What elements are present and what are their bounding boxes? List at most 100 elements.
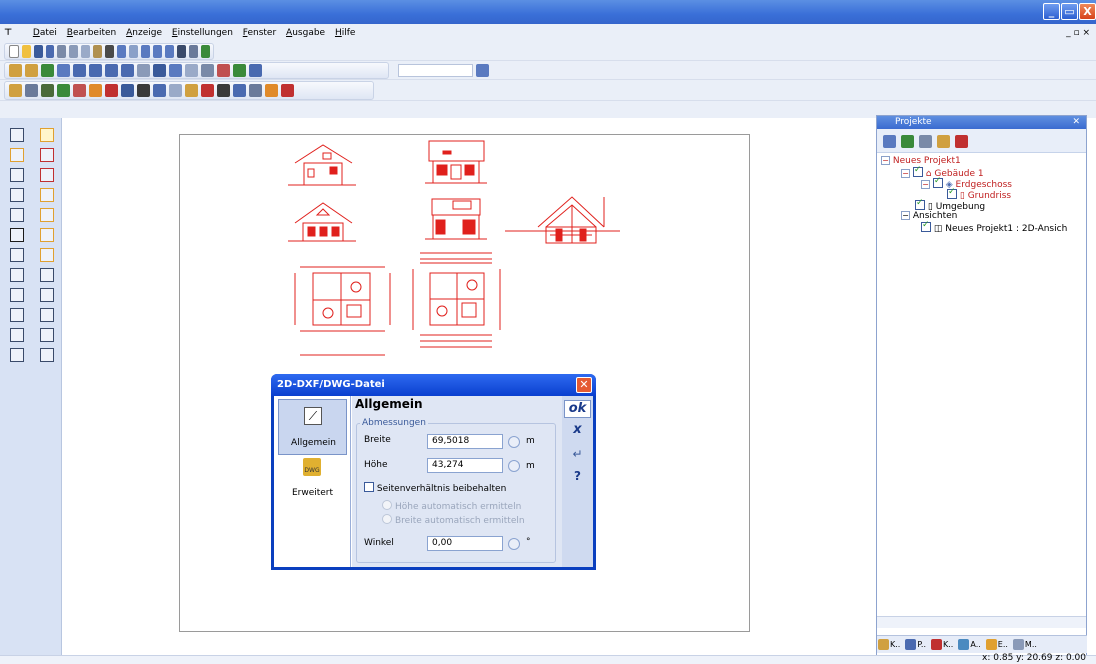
tool-icon[interactable] (41, 64, 54, 77)
beam-tool-icon[interactable] (40, 268, 54, 282)
magic-icon[interactable] (265, 84, 278, 97)
column-tool-icon[interactable] (10, 248, 24, 262)
grid-tool-icon[interactable] (40, 248, 54, 262)
width-spinner[interactable] (508, 436, 520, 448)
fill-tool-icon[interactable] (10, 328, 24, 342)
visibility-checkbox[interactable] (947, 187, 957, 199)
window-2-icon[interactable] (89, 64, 102, 77)
slab-tool-icon[interactable] (10, 288, 24, 302)
render-icon[interactable] (201, 64, 214, 77)
visibility-checkbox[interactable] (921, 220, 931, 232)
tree-view-item[interactable]: ◫ Neues Projekt1 : 2D-Ansich (921, 220, 1067, 234)
copy-tool-icon[interactable] (40, 208, 54, 222)
doc-window-controls[interactable]: _ ▫ × (1066, 28, 1090, 38)
height-input[interactable]: 43,274 (427, 458, 503, 473)
collapse-icon[interactable]: − (901, 211, 910, 220)
view-2d-icon[interactable] (9, 64, 22, 77)
eraser-tool-icon[interactable] (40, 348, 54, 362)
close-button[interactable]: X (1079, 3, 1096, 20)
space-tool-icon[interactable] (10, 308, 24, 322)
line-tool-icon[interactable] (10, 168, 24, 182)
redo-icon[interactable] (129, 45, 139, 58)
measure-tool-icon[interactable] (10, 188, 24, 202)
restore-button[interactable]: ▭ (1061, 3, 1078, 20)
zoom-all-icon[interactable] (177, 45, 187, 58)
collapse-icon[interactable]: − (881, 156, 890, 165)
stair-icon[interactable] (41, 84, 54, 97)
zoom-icon[interactable] (141, 45, 151, 58)
menu-ausgabe[interactable]: Ausgabe (286, 24, 325, 42)
medic-icon[interactable] (105, 84, 118, 97)
keep-ratio-box[interactable] (364, 482, 374, 492)
window-4-icon[interactable] (121, 64, 134, 77)
dollar-icon[interactable] (217, 84, 230, 97)
zoom-tool-icon[interactable] (40, 288, 54, 302)
pointer-tool-icon[interactable] (10, 148, 24, 162)
rename-icon[interactable] (919, 135, 932, 148)
refresh-icon[interactable] (883, 135, 896, 148)
option-height-radio-icon[interactable] (382, 500, 392, 510)
new-icon[interactable] (9, 45, 19, 58)
terrain-icon[interactable] (73, 84, 86, 97)
paste-tool-icon[interactable] (40, 228, 54, 242)
measure-icon[interactable] (185, 84, 198, 97)
roof-icon[interactable] (89, 84, 102, 97)
add-building-icon[interactable] (955, 135, 968, 148)
report-icon[interactable] (153, 84, 166, 97)
camera-icon[interactable] (249, 64, 262, 77)
floor-icon[interactable] (9, 84, 22, 97)
menu-datei[interactable]: Datei (33, 24, 57, 42)
pan-icon[interactable] (189, 45, 199, 58)
window-3-icon[interactable] (105, 64, 118, 77)
tab-p[interactable]: P.. (904, 636, 926, 653)
help-button[interactable]: ? (564, 468, 591, 484)
tab-k[interactable]: K.. (877, 636, 900, 653)
menu-einstellungen[interactable]: Einstellungen (172, 24, 233, 42)
wall-tool-icon[interactable] (10, 128, 24, 142)
tab-m[interactable]: M.. (1012, 636, 1037, 653)
view-3d-icon[interactable] (25, 64, 38, 77)
area-tool-icon[interactable] (40, 328, 54, 342)
angle-spinner[interactable] (508, 538, 520, 550)
collapse-icon[interactable]: − (901, 169, 910, 178)
dimension-tool-icon[interactable] (10, 208, 24, 222)
minimize-button[interactable]: _ (1043, 3, 1060, 20)
cancel-button[interactable]: x (564, 422, 591, 438)
layer-select[interactable] (398, 64, 473, 77)
table-icon[interactable] (25, 84, 38, 97)
globe-icon[interactable] (233, 84, 246, 97)
undo-icon[interactable] (117, 45, 127, 58)
menu-bearbeiten[interactable]: Bearbeiten (67, 24, 116, 42)
menu-anzeige[interactable]: Anzeige (126, 24, 162, 42)
option-height-radio[interactable]: Höhe automatisch ermitteln (382, 500, 521, 512)
height-spinner[interactable] (508, 460, 520, 472)
material-icon[interactable] (217, 64, 230, 77)
print-icon[interactable] (57, 45, 67, 58)
visibility-checkbox[interactable] (932, 176, 943, 188)
room-tool-icon[interactable] (40, 308, 54, 322)
window-tool-icon[interactable] (40, 148, 54, 162)
layer-icon[interactable] (137, 64, 150, 77)
chart-icon[interactable] (169, 84, 182, 97)
frame-icon[interactable] (185, 64, 198, 77)
object-icon[interactable] (153, 64, 166, 77)
zoom-out-icon[interactable] (165, 45, 175, 58)
terrain-tool-icon[interactable] (10, 348, 24, 362)
text-tool-icon[interactable] (10, 228, 24, 242)
select-tool-icon[interactable] (40, 128, 54, 142)
delete-icon[interactable] (105, 45, 115, 58)
option-width-radio-icon[interactable] (382, 514, 392, 524)
grid-icon[interactable] (57, 64, 70, 77)
tools-icon[interactable] (249, 84, 262, 97)
save-all-icon[interactable] (45, 45, 55, 58)
window-1-icon[interactable] (73, 64, 86, 77)
ok-button[interactable]: ok (564, 400, 591, 418)
tab-e[interactable]: E.. (985, 636, 1008, 653)
nav-allgemein[interactable]: ⟋ Allgemein (278, 399, 347, 455)
open-icon[interactable] (21, 45, 31, 58)
layer-select-button-icon[interactable] (476, 64, 489, 77)
shield-icon[interactable] (121, 84, 134, 97)
cut-icon[interactable] (69, 45, 79, 58)
erase-icon[interactable] (281, 84, 294, 97)
properties-icon[interactable] (937, 135, 950, 148)
